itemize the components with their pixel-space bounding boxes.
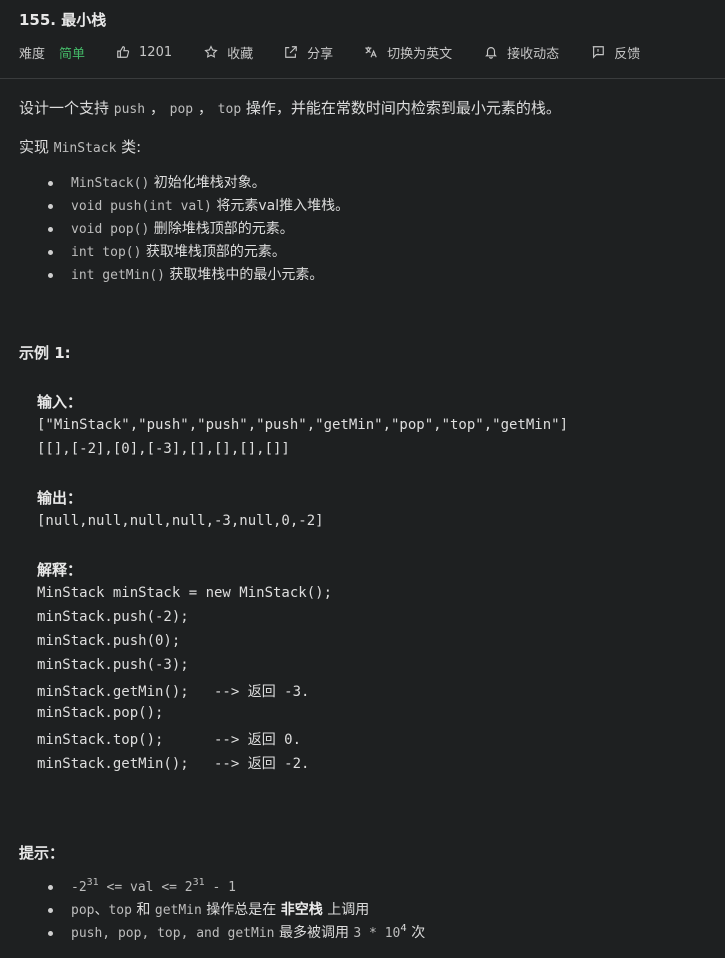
bell-icon — [485, 47, 498, 59]
favorite-label: 收藏 — [227, 46, 254, 62]
method-desc: 删除堆栈顶部的元素。 — [149, 221, 294, 237]
desc-text: 实现 — [19, 138, 54, 156]
hint-code: getMin — [154, 903, 202, 918]
list-item: int top() 获取堆栈顶部的元素。 — [48, 241, 349, 264]
feedback-button[interactable]: 反馈 — [591, 43, 640, 62]
method-code: void push(int val) — [71, 199, 212, 214]
hint-text: 、 — [94, 902, 109, 918]
explain-code: minStack.getMin(); --> — [37, 756, 248, 772]
hints-heading: 提示： — [19, 844, 65, 862]
hint-exponent: 31 — [86, 877, 99, 888]
explain-line: minStack.push(-3); — [37, 657, 189, 673]
problem-title: 155. 最小栈 — [19, 11, 107, 29]
list-item: MinStack() 初始化堆栈对象。 — [48, 172, 349, 195]
method-desc: 初始化堆栈对象。 — [149, 175, 266, 191]
input-label: 输入： — [37, 393, 83, 411]
explain-label: 解释： — [37, 561, 83, 579]
list-item: void pop() 删除堆栈顶部的元素。 — [48, 218, 349, 241]
method-list: MinStack() 初始化堆栈对象。 void push(int val) 将… — [48, 172, 349, 287]
difficulty-value: 简单 — [59, 46, 86, 62]
share-button[interactable]: 分享 — [284, 43, 333, 62]
hint-code: push, pop, top, and getMin — [71, 926, 275, 941]
method-code: MinStack() — [71, 176, 150, 191]
like-count: 1201 — [139, 44, 173, 60]
thumbs-up-icon — [117, 46, 130, 58]
star-icon — [204, 45, 218, 58]
desc-text: 操作，并能在常数时间内检索到最小元素的栈。 — [241, 99, 561, 117]
desc-text: 设计一个支持 — [19, 99, 114, 117]
explain-code: minStack.top(); --> — [37, 732, 248, 748]
subscribe-button[interactable]: 接收动态 — [484, 43, 559, 62]
list-item: pop、top 和 getMin 操作总是在 非空栈 上调用 — [48, 899, 425, 922]
explain-line: minStack.push(0); — [37, 633, 181, 649]
hint-text: 次 — [406, 925, 426, 941]
explain-tail: -2. — [275, 756, 310, 772]
difficulty-label: 难度 — [19, 46, 46, 62]
header-divider — [0, 78, 725, 79]
like-button[interactable]: 1201 — [116, 45, 172, 60]
hint-code: 3 * 10 — [353, 926, 401, 941]
explain-tail: 0. — [275, 732, 302, 748]
favorite-button[interactable]: 收藏 — [204, 43, 253, 62]
explain-comment: 返回 — [247, 756, 276, 772]
hint-text: 和 — [131, 902, 155, 918]
example-heading: 示例 1: — [19, 344, 71, 362]
method-code: int top() — [71, 245, 142, 260]
description-line-1: 设计一个支持 push ， pop ， top 操作，并能在常数时间内检索到最小… — [19, 97, 561, 118]
translate-icon — [365, 46, 377, 58]
explain-tail: -3. — [275, 684, 310, 700]
hint-strong: 非空栈 — [280, 902, 323, 918]
list-item: int getMin() 获取堆栈中的最小元素。 — [48, 264, 349, 287]
difficulty: 难度 简单 — [19, 43, 85, 62]
hint-text: - 1 — [204, 880, 236, 895]
desc-sep: ， — [145, 99, 170, 117]
hint-text: 操作总是在 — [201, 902, 281, 918]
hint-code: pop — [71, 903, 95, 918]
description-line-2: 实现 MinStack 类: — [19, 136, 141, 157]
code-pop: pop — [169, 102, 194, 117]
hint-code: top — [108, 903, 132, 918]
hint-text: -2 — [71, 880, 87, 895]
feedback-label: 反馈 — [614, 46, 641, 62]
toolbar: 难度 简单 1201 收藏 分享 切换为英文 接收动态 反馈 — [19, 42, 640, 62]
hint-list: -231 <= val <= 231 - 1 pop、top 和 getMin … — [48, 876, 425, 945]
input-line-1: ["MinStack","push","push","push","getMin… — [37, 417, 569, 433]
code-push: push — [113, 102, 146, 117]
explain-comment: 返回 — [247, 732, 276, 748]
list-item: push, pop, top, and getMin 最多被调用 3 * 104… — [48, 922, 425, 945]
subscribe-label: 接收动态 — [507, 46, 560, 62]
hint-text: <= val <= 2 — [98, 880, 193, 895]
explain-line: minStack.getMin(); --> 返回 -3. — [37, 681, 309, 701]
code-minstack: MinStack — [53, 141, 117, 156]
list-item: -231 <= val <= 231 - 1 — [48, 876, 425, 899]
desc-sep: ， — [193, 99, 218, 117]
method-desc: 获取堆栈中的最小元素。 — [164, 267, 324, 283]
method-desc: 将元素val推入堆栈。 — [211, 198, 350, 214]
feedback-icon — [592, 46, 605, 59]
hint-exponent: 31 — [192, 877, 205, 888]
translate-label: 切换为英文 — [387, 46, 453, 62]
output-line: [null,null,null,null,-3,null,0,-2] — [37, 513, 324, 529]
explain-line: minStack.getMin(); --> 返回 -2. — [37, 753, 309, 773]
list-item: void push(int val) 将元素val推入堆栈。 — [48, 195, 349, 218]
explain-line: minStack.top(); --> 返回 0. — [37, 729, 301, 749]
share-icon — [285, 46, 297, 58]
hint-text: 上调用 — [322, 902, 370, 918]
share-label: 分享 — [307, 46, 334, 62]
explain-code: minStack.getMin(); --> — [37, 684, 248, 700]
method-desc: 获取堆栈顶部的元素。 — [141, 244, 286, 260]
input-line-2: [[],[-2],[0],[-3],[],[],[],[]] — [37, 441, 290, 457]
hint-text: 最多被调用 — [274, 925, 354, 941]
explain-line: MinStack minStack = new MinStack(); — [37, 585, 333, 601]
explain-comment: 返回 — [247, 684, 276, 700]
output-label: 输出： — [37, 489, 83, 507]
method-code: void pop() — [71, 222, 150, 237]
method-code: int getMin() — [71, 268, 165, 283]
desc-text: 类: — [116, 138, 142, 156]
translate-button[interactable]: 切换为英文 — [364, 43, 452, 62]
code-top: top — [217, 102, 242, 117]
explain-line: minStack.push(-2); — [37, 609, 189, 625]
explain-line: minStack.pop(); — [37, 705, 164, 721]
